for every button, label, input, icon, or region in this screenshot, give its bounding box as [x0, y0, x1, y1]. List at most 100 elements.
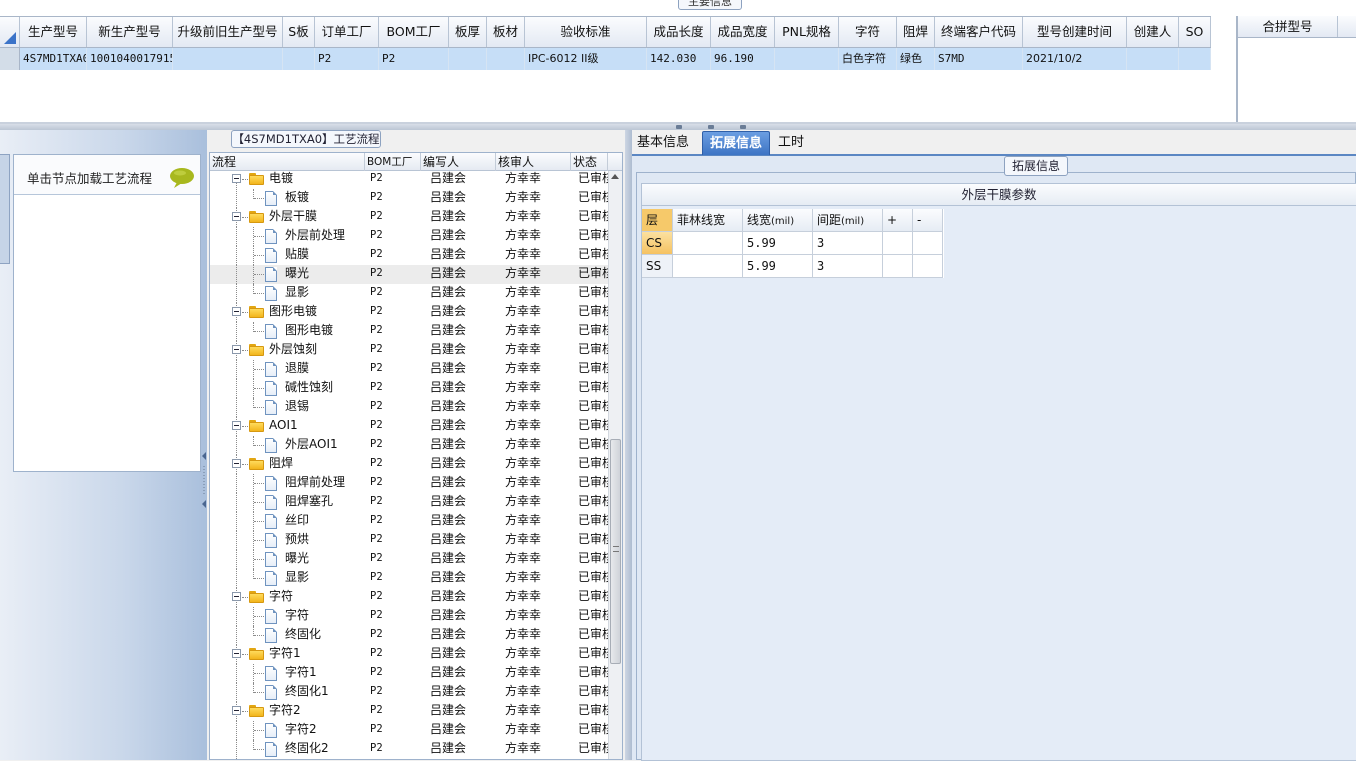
collapse-toggle-icon[interactable]: [232, 307, 241, 316]
cell-bom-factory[interactable]: P2: [379, 48, 449, 70]
tree-step-row[interactable]: 退锡 P2 吕建会 方幸幸 已审核: [210, 398, 608, 417]
col-flow[interactable]: 流程: [210, 153, 365, 171]
plus-cell[interactable]: [883, 255, 913, 278]
minus-cell[interactable]: [913, 232, 943, 255]
col-s-board[interactable]: S板: [283, 17, 315, 47]
dry-film-row[interactable]: CS 5.99 3: [642, 232, 944, 255]
tab-basic-info[interactable]: 基本信息: [634, 131, 692, 155]
cell-pnl-spec[interactable]: [775, 48, 839, 70]
col-finished-width[interactable]: 成品宽度: [711, 17, 775, 47]
tree-group-row[interactable]: 字符2 P2 吕建会 方幸幸 已审核: [210, 702, 608, 721]
col-spacing[interactable]: 间距(mil): [813, 209, 883, 232]
scrollbar-thumb[interactable]: [610, 439, 621, 664]
line-width-cell[interactable]: 5.99: [743, 232, 813, 255]
col-solder-mask[interactable]: 阻焊: [897, 17, 935, 47]
collapse-toggle-icon[interactable]: [232, 212, 241, 221]
col-film-width[interactable]: 菲林线宽: [673, 209, 743, 232]
tree-group-row[interactable]: 字符1 P2 吕建会 方幸幸 已审核: [210, 645, 608, 664]
col-so[interactable]: SO: [1179, 17, 1211, 47]
cell-old-production-model[interactable]: [173, 48, 283, 70]
col-board-thickness[interactable]: 板厚: [449, 17, 487, 47]
plus-cell[interactable]: [883, 232, 913, 255]
tree-step-row[interactable]: 碱性蚀刻 P2 吕建会 方幸幸 已审核: [210, 379, 608, 398]
tree-step-row[interactable]: 板镀 P2 吕建会 方幸幸 已审核: [210, 189, 608, 208]
cell-board-thickness[interactable]: [449, 48, 487, 70]
tree-step-row[interactable]: 终固化2 P2 吕建会 方幸幸 已审核: [210, 740, 608, 759]
collapse-toggle-icon[interactable]: [232, 174, 241, 183]
cell-production-model[interactable]: 4S7MD1TXA0: [20, 48, 87, 70]
load-process-header[interactable]: 单击节点加载工艺流程: [14, 155, 200, 195]
collapse-toggle-icon[interactable]: [232, 649, 241, 658]
cell-so[interactable]: [1179, 48, 1211, 70]
col-creator[interactable]: 创建人: [1127, 17, 1179, 47]
scroll-up-icon[interactable]: [611, 174, 619, 179]
collapse-toggle-icon[interactable]: [232, 421, 241, 430]
col-bom-factory[interactable]: BOM工厂: [379, 17, 449, 47]
spacing-cell[interactable]: 3: [813, 255, 883, 278]
tree-step-row[interactable]: 阻焊塞孔 P2 吕建会 方幸幸 已审核: [210, 493, 608, 512]
cell-order-factory[interactable]: P2: [315, 48, 379, 70]
collapse-toggle-icon[interactable]: [232, 459, 241, 468]
tree-group-row[interactable]: 阻焊 P2 吕建会 方幸幸 已审核: [210, 455, 608, 474]
main-info-row[interactable]: 4S7MD1TXA010010400179159 P2P2 IPC-6012 II级…: [0, 48, 1211, 70]
col-writer[interactable]: 编写人: [421, 153, 496, 171]
col-board-material[interactable]: 板材: [487, 17, 525, 47]
add-row-button[interactable]: +: [883, 209, 913, 232]
cell-finished-width[interactable]: 96.190: [711, 48, 775, 70]
col-legend[interactable]: 字符: [839, 17, 897, 47]
tree-step-row[interactable]: 阻焊前处理 P2 吕建会 方幸幸 已审核: [210, 474, 608, 493]
cell-acceptance-standard[interactable]: IPC-6012 II级: [525, 48, 647, 70]
col-layer[interactable]: 层: [642, 209, 673, 232]
tree-group-row[interactable]: 电镀 P2 吕建会 方幸幸 已审核: [210, 170, 608, 189]
collapse-toggle-icon[interactable]: [232, 706, 241, 715]
side-tab[interactable]: [0, 154, 10, 264]
collapse-toggle-icon[interactable]: [232, 345, 241, 354]
speech-bubble-icon[interactable]: [169, 167, 195, 189]
col-order-factory[interactable]: 订单工厂: [315, 17, 379, 47]
tree-step-row[interactable]: 丝印 P2 吕建会 方幸幸 已审核: [210, 512, 608, 531]
tree-group-row[interactable]: AOI1 P2 吕建会 方幸幸 已审核: [210, 417, 608, 436]
tab-work-hours[interactable]: 工时: [776, 131, 806, 155]
tree-group-row[interactable]: 外层干膜 P2 吕建会 方幸幸 已审核: [210, 208, 608, 227]
col-pnl-spec[interactable]: PNL规格: [775, 17, 839, 47]
tree-group-row[interactable]: 字符 P2 吕建会 方幸幸 已审核: [210, 588, 608, 607]
film-width-cell[interactable]: [673, 232, 743, 255]
tree-group-row[interactable]: 图形电镀 P2 吕建会 方幸幸 已审核: [210, 303, 608, 322]
cell-customer-code[interactable]: S7MD: [935, 48, 1023, 70]
tree-group-row[interactable]: 外层蚀刻 P2 吕建会 方幸幸 已审核: [210, 341, 608, 360]
col-reviewer[interactable]: 核审人: [496, 153, 571, 171]
col-model-created-time[interactable]: 型号创建时间: [1023, 17, 1127, 47]
tree-step-row[interactable]: 外层AOI1 P2 吕建会 方幸幸 已审核: [210, 436, 608, 455]
tree-step-row[interactable]: 字符1 P2 吕建会 方幸幸 已审核: [210, 664, 608, 683]
layer-cell[interactable]: CS: [642, 232, 673, 255]
col-status[interactable]: 状态: [571, 153, 608, 171]
cell-solder-mask[interactable]: 绿色: [897, 48, 935, 70]
tree-step-row[interactable]: 曝光 P2 吕建会 方幸幸 已审核: [210, 265, 608, 284]
tree-step-row[interactable]: 退膜 P2 吕建会 方幸幸 已审核: [210, 360, 608, 379]
merge-model-column[interactable]: 合拼型号: [1238, 16, 1338, 37]
col-line-width[interactable]: 线宽(mil): [743, 209, 813, 232]
cell-legend[interactable]: 白色字符: [839, 48, 897, 70]
remove-row-button[interactable]: -: [913, 209, 943, 232]
row-selector[interactable]: [0, 48, 20, 70]
col-bom-factory[interactable]: BOM工厂: [365, 153, 421, 171]
tree-step-row[interactable]: 显影 P2 吕建会 方幸幸 已审核: [210, 284, 608, 303]
vertical-splitter[interactable]: [625, 130, 632, 760]
tree-step-row[interactable]: 终固化1 P2 吕建会 方幸幸 已审核: [210, 683, 608, 702]
line-width-cell[interactable]: 5.99: [743, 255, 813, 278]
cell-s-board[interactable]: [283, 48, 315, 70]
tree-step-row[interactable]: 字符2 P2 吕建会 方幸幸 已审核: [210, 721, 608, 740]
minus-cell[interactable]: [913, 255, 943, 278]
tree-step-row[interactable]: 贴膜 P2 吕建会 方幸幸 已审核: [210, 246, 608, 265]
select-all-corner[interactable]: [0, 17, 20, 47]
layer-cell[interactable]: SS: [642, 255, 673, 278]
col-production-model[interactable]: 生产型号: [20, 17, 87, 47]
tree-step-row[interactable]: 显影 P2 吕建会 方幸幸 已审核: [210, 569, 608, 588]
vertical-scrollbar[interactable]: [608, 171, 622, 759]
tree-step-row[interactable]: 字符 P2 吕建会 方幸幸 已审核: [210, 607, 608, 626]
collapse-toggle-icon[interactable]: [232, 592, 241, 601]
cell-new-production-model[interactable]: 10010400179159: [87, 48, 173, 70]
col-new-production-model[interactable]: 新生产型号: [87, 17, 173, 47]
col-old-production-model[interactable]: 升级前旧生产型号: [173, 17, 283, 47]
dry-film-row[interactable]: SS 5.99 3: [642, 255, 944, 278]
